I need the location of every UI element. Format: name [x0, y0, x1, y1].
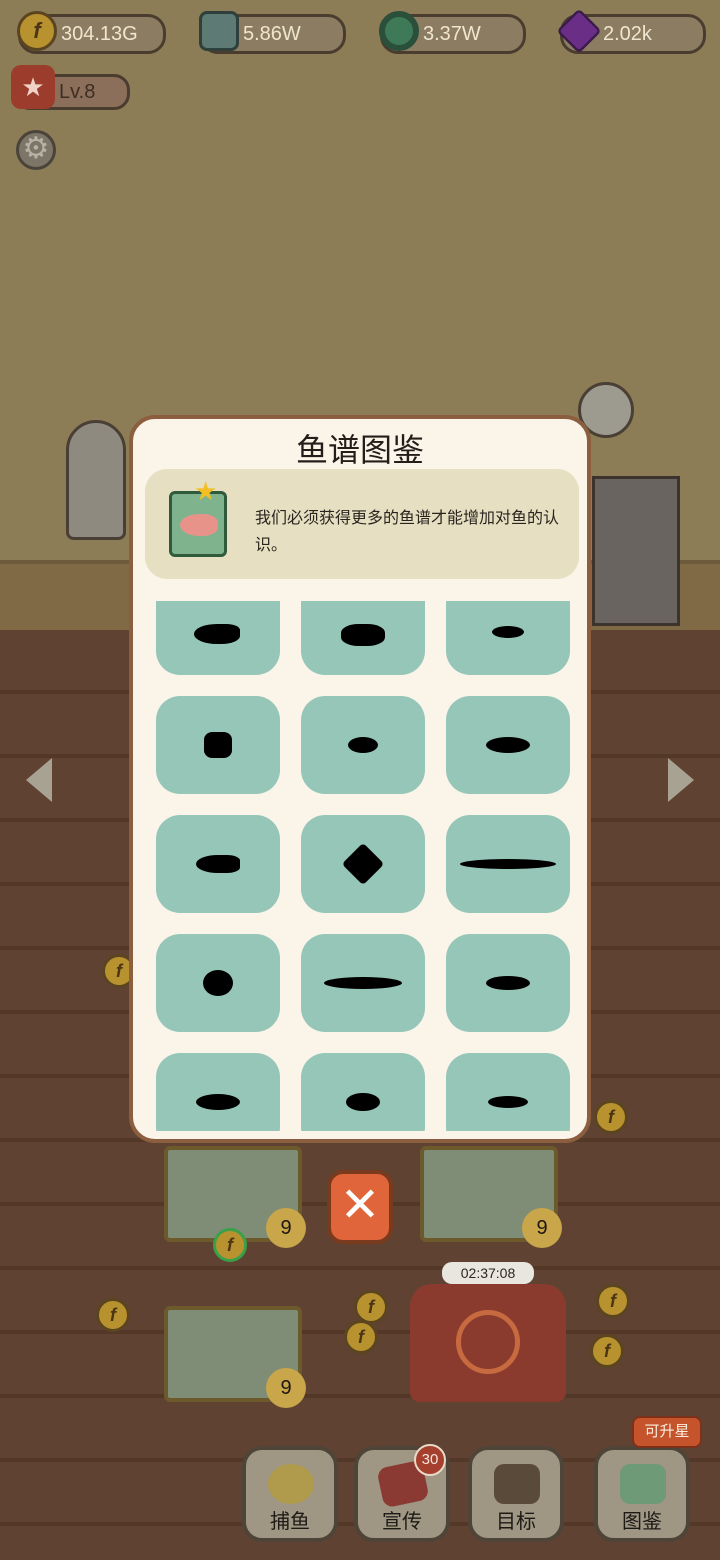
- auction-timer: 02:37:08: [442, 1262, 534, 1284]
- floating-coin-icon[interactable]: [590, 1334, 624, 1368]
- level-star-icon: ★: [11, 65, 55, 109]
- fish-silhouette-icon: [488, 1096, 528, 1108]
- diamond-counter[interactable]: 2.02k: [556, 8, 706, 54]
- gold-counter[interactable]: 304.13G: [17, 11, 166, 54]
- lifebuoy-icon: [379, 11, 419, 51]
- settings-gear-icon[interactable]: ⚙: [16, 130, 56, 170]
- nav-fishing-label: 捕鱼: [270, 1511, 310, 1533]
- fish-tank[interactable]: 9: [420, 1146, 562, 1248]
- lifebuoy-value: 3.37W: [423, 23, 481, 45]
- nav-promo-label: 宣传: [382, 1511, 422, 1533]
- fish-book-icon: ★: [169, 478, 227, 557]
- fish-tile-locked[interactable]: [156, 696, 280, 794]
- fish-encyclopedia-modal: 鱼谱图鉴 ★ 我们必须获得更多的鱼谱才能增加对鱼的认识。: [129, 415, 591, 1143]
- scroll-left-arrow-icon[interactable]: [26, 758, 52, 802]
- fish-silhouette-icon: [194, 624, 240, 644]
- fish-tile-locked[interactable]: [156, 601, 280, 675]
- fish-tile-locked[interactable]: [156, 934, 280, 1032]
- fish-silhouette-icon: [348, 737, 378, 753]
- promo-count-badge: 30: [414, 1444, 446, 1476]
- fish-book-icon: [620, 1464, 666, 1504]
- cash-counter[interactable]: 5.86W: [199, 11, 346, 54]
- nav-goals-button[interactable]: 目标: [468, 1446, 564, 1542]
- lifebuoy-counter[interactable]: 3.37W: [379, 11, 526, 54]
- banner-description: 我们必须获得更多的鱼谱才能增加对鱼的认识。: [255, 510, 560, 554]
- close-x-icon[interactable]: ✕: [327, 1170, 393, 1244]
- fish-tile-locked[interactable]: [301, 1053, 425, 1131]
- fish-silhouette-icon: [324, 977, 402, 989]
- fish-tile-locked[interactable]: [446, 815, 570, 913]
- tank-level-star: 9: [266, 1208, 306, 1248]
- fish-tile-locked[interactable]: [301, 601, 425, 675]
- tank-level-star: 9: [522, 1208, 562, 1248]
- floating-coin-icon[interactable]: [596, 1284, 630, 1318]
- fish-tile-locked[interactable]: [156, 1053, 280, 1131]
- fish-silhouette-icon: [486, 737, 530, 753]
- upgrade-available-tag: 可升星: [632, 1416, 702, 1448]
- floating-coin-icon[interactable]: [344, 1320, 378, 1354]
- nav-encyclopedia-label: 图鉴: [622, 1511, 662, 1533]
- fish-tile-locked[interactable]: [301, 934, 425, 1032]
- fish-silhouette-icon: [196, 855, 240, 873]
- fish-silhouette-icon: [196, 1094, 240, 1110]
- cash-value: 5.86W: [243, 23, 301, 45]
- fish-emblem-icon: [456, 1310, 520, 1374]
- fish-tank[interactable]: 9: [164, 1306, 306, 1408]
- covered-auction-crate[interactable]: [410, 1284, 566, 1402]
- clipboard-check-icon: [494, 1464, 540, 1504]
- fish-silhouette-icon: [460, 859, 556, 869]
- nav-goals-label: 目标: [496, 1511, 536, 1533]
- gold-coin-icon: [17, 11, 57, 51]
- fish-tile-locked[interactable]: [446, 1053, 570, 1131]
- diamond-value: 2.02k: [603, 23, 652, 45]
- modal-title: 鱼谱图鉴: [295, 432, 424, 468]
- cash-stack-icon: [199, 11, 239, 51]
- gold-value: 304.13G: [61, 23, 138, 45]
- fish-tile-locked[interactable]: [446, 934, 570, 1032]
- fish-tile-locked[interactable]: [156, 815, 280, 913]
- nav-encyclopedia-button[interactable]: 图鉴: [594, 1446, 690, 1542]
- fish-tile-locked[interactable]: [301, 815, 425, 913]
- fish-tile-locked[interactable]: [301, 696, 425, 794]
- tank-level-star: 9: [266, 1368, 306, 1408]
- floating-coin-icon[interactable]: [354, 1290, 388, 1324]
- fish-grid[interactable]: [153, 601, 573, 1131]
- fish-silhouette-icon: [346, 1093, 380, 1111]
- fish-silhouette-icon: [492, 626, 524, 638]
- fish-icon: [180, 514, 218, 536]
- fish-silhouette-icon: [486, 976, 530, 990]
- fish-silhouette-icon: [204, 732, 232, 758]
- fish-tile-locked[interactable]: [446, 696, 570, 794]
- fish-silhouette-icon: [341, 842, 385, 886]
- floating-coin-icon[interactable]: [213, 1228, 247, 1262]
- fish-silhouette-icon: [203, 970, 233, 996]
- floating-coin-icon[interactable]: [594, 1100, 628, 1134]
- level-text: Lv.8: [59, 81, 96, 103]
- fish-silhouette-icon: [341, 624, 385, 646]
- fishing-rod-decor: [66, 420, 126, 540]
- shelf-decor: [592, 476, 680, 626]
- floating-coin-icon[interactable]: [96, 1298, 130, 1332]
- info-banner: ★ 我们必须获得更多的鱼谱才能增加对鱼的认识。: [145, 469, 579, 579]
- level-badge[interactable]: ★ Lv.8: [11, 65, 130, 110]
- scroll-right-arrow-icon[interactable]: [668, 758, 694, 802]
- star-icon: ★: [194, 476, 218, 506]
- nav-fishing-button[interactable]: 捕鱼: [242, 1446, 338, 1542]
- submarine-icon: [268, 1464, 314, 1504]
- fish-tile-locked[interactable]: [446, 601, 570, 675]
